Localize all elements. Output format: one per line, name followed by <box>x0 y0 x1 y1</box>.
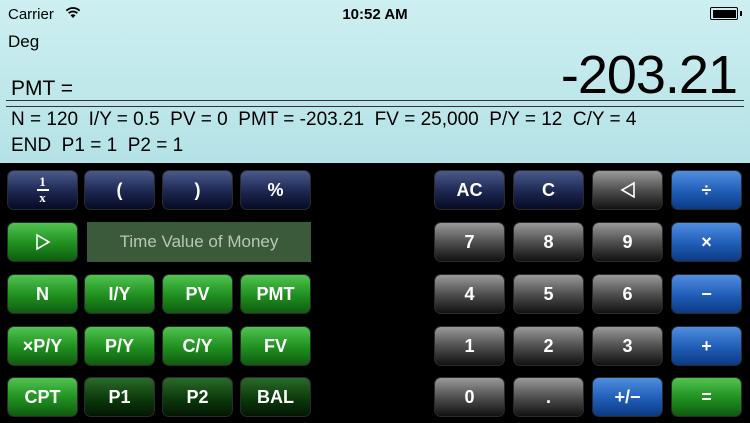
digit-0-button[interactable]: 0 <box>434 377 505 417</box>
p2-button[interactable]: P2 <box>162 377 233 417</box>
reciprocal-denominator: x <box>39 189 46 205</box>
divide-button[interactable]: ÷ <box>671 170 742 210</box>
pmt-button[interactable]: PMT <box>240 274 311 314</box>
compute-button[interactable]: CPT <box>7 377 78 417</box>
run-button[interactable] <box>7 222 78 262</box>
status-bar: Carrier 10:52 AM <box>0 0 750 28</box>
all-clear-button[interactable]: AC <box>434 170 505 210</box>
reciprocal-numerator: 1 <box>39 174 46 190</box>
params-line-2: END P1 = 1 P2 = 1 <box>11 135 184 156</box>
backspace-button[interactable] <box>592 170 663 210</box>
p1-button[interactable]: P1 <box>84 377 155 417</box>
play-icon <box>35 233 51 251</box>
sign-toggle-button[interactable]: +/− <box>592 377 663 417</box>
reciprocal-button[interactable]: 1 x <box>7 170 78 210</box>
open-paren-button[interactable]: ( <box>84 170 155 210</box>
pv-button[interactable]: PV <box>162 274 233 314</box>
digit-5-button[interactable]: 5 <box>513 274 584 314</box>
battery-icon <box>710 7 742 20</box>
balance-button[interactable]: BAL <box>240 377 311 417</box>
digit-4-button[interactable]: 4 <box>434 274 505 314</box>
digit-8-button[interactable]: 8 <box>513 222 584 262</box>
display-value: -203.21 <box>560 45 738 105</box>
digit-3-button[interactable]: 3 <box>592 326 663 366</box>
digit-9-button[interactable]: 9 <box>592 222 663 262</box>
py-button[interactable]: P/Y <box>84 326 155 366</box>
keypad: 1 x ( ) % AC C ÷ Time Value of Money 7 8… <box>0 163 750 423</box>
status-time: 10:52 AM <box>342 6 408 23</box>
multiply-button[interactable]: × <box>671 222 742 262</box>
display-panel: Carrier 10:52 AM Deg PMT = -203.21 N = 1… <box>0 0 750 163</box>
decimal-button[interactable]: . <box>513 377 584 417</box>
reciprocal-label: 1 x <box>36 174 49 205</box>
digit-7-button[interactable]: 7 <box>434 222 505 262</box>
percent-button[interactable]: % <box>240 170 311 210</box>
close-paren-button[interactable]: ) <box>162 170 233 210</box>
digit-6-button[interactable]: 6 <box>592 274 663 314</box>
backspace-icon <box>619 181 635 199</box>
minus-button[interactable]: − <box>671 274 742 314</box>
equals-button[interactable]: = <box>671 377 742 417</box>
digit-2-button[interactable]: 2 <box>513 326 584 366</box>
plus-button[interactable]: + <box>671 326 742 366</box>
register-label: PMT = <box>11 77 74 100</box>
n-button[interactable]: N <box>7 274 78 314</box>
fv-button[interactable]: FV <box>240 326 311 366</box>
display-divider <box>6 100 744 107</box>
params-line-1: N = 120 I/Y = 0.5 PV = 0 PMT = -203.21 F… <box>11 109 637 130</box>
tvm-mode-label: Time Value of Money <box>87 222 311 262</box>
iy-button[interactable]: I/Y <box>84 274 155 314</box>
digit-1-button[interactable]: 1 <box>434 326 505 366</box>
cy-button[interactable]: C/Y <box>162 326 233 366</box>
angle-mode: Deg <box>8 32 40 51</box>
clear-button[interactable]: C <box>513 170 584 210</box>
tvm-parameters: N = 120 I/Y = 0.5 PV = 0 PMT = -203.21 F… <box>11 107 636 159</box>
times-py-button[interactable]: ×P/Y <box>7 326 78 366</box>
